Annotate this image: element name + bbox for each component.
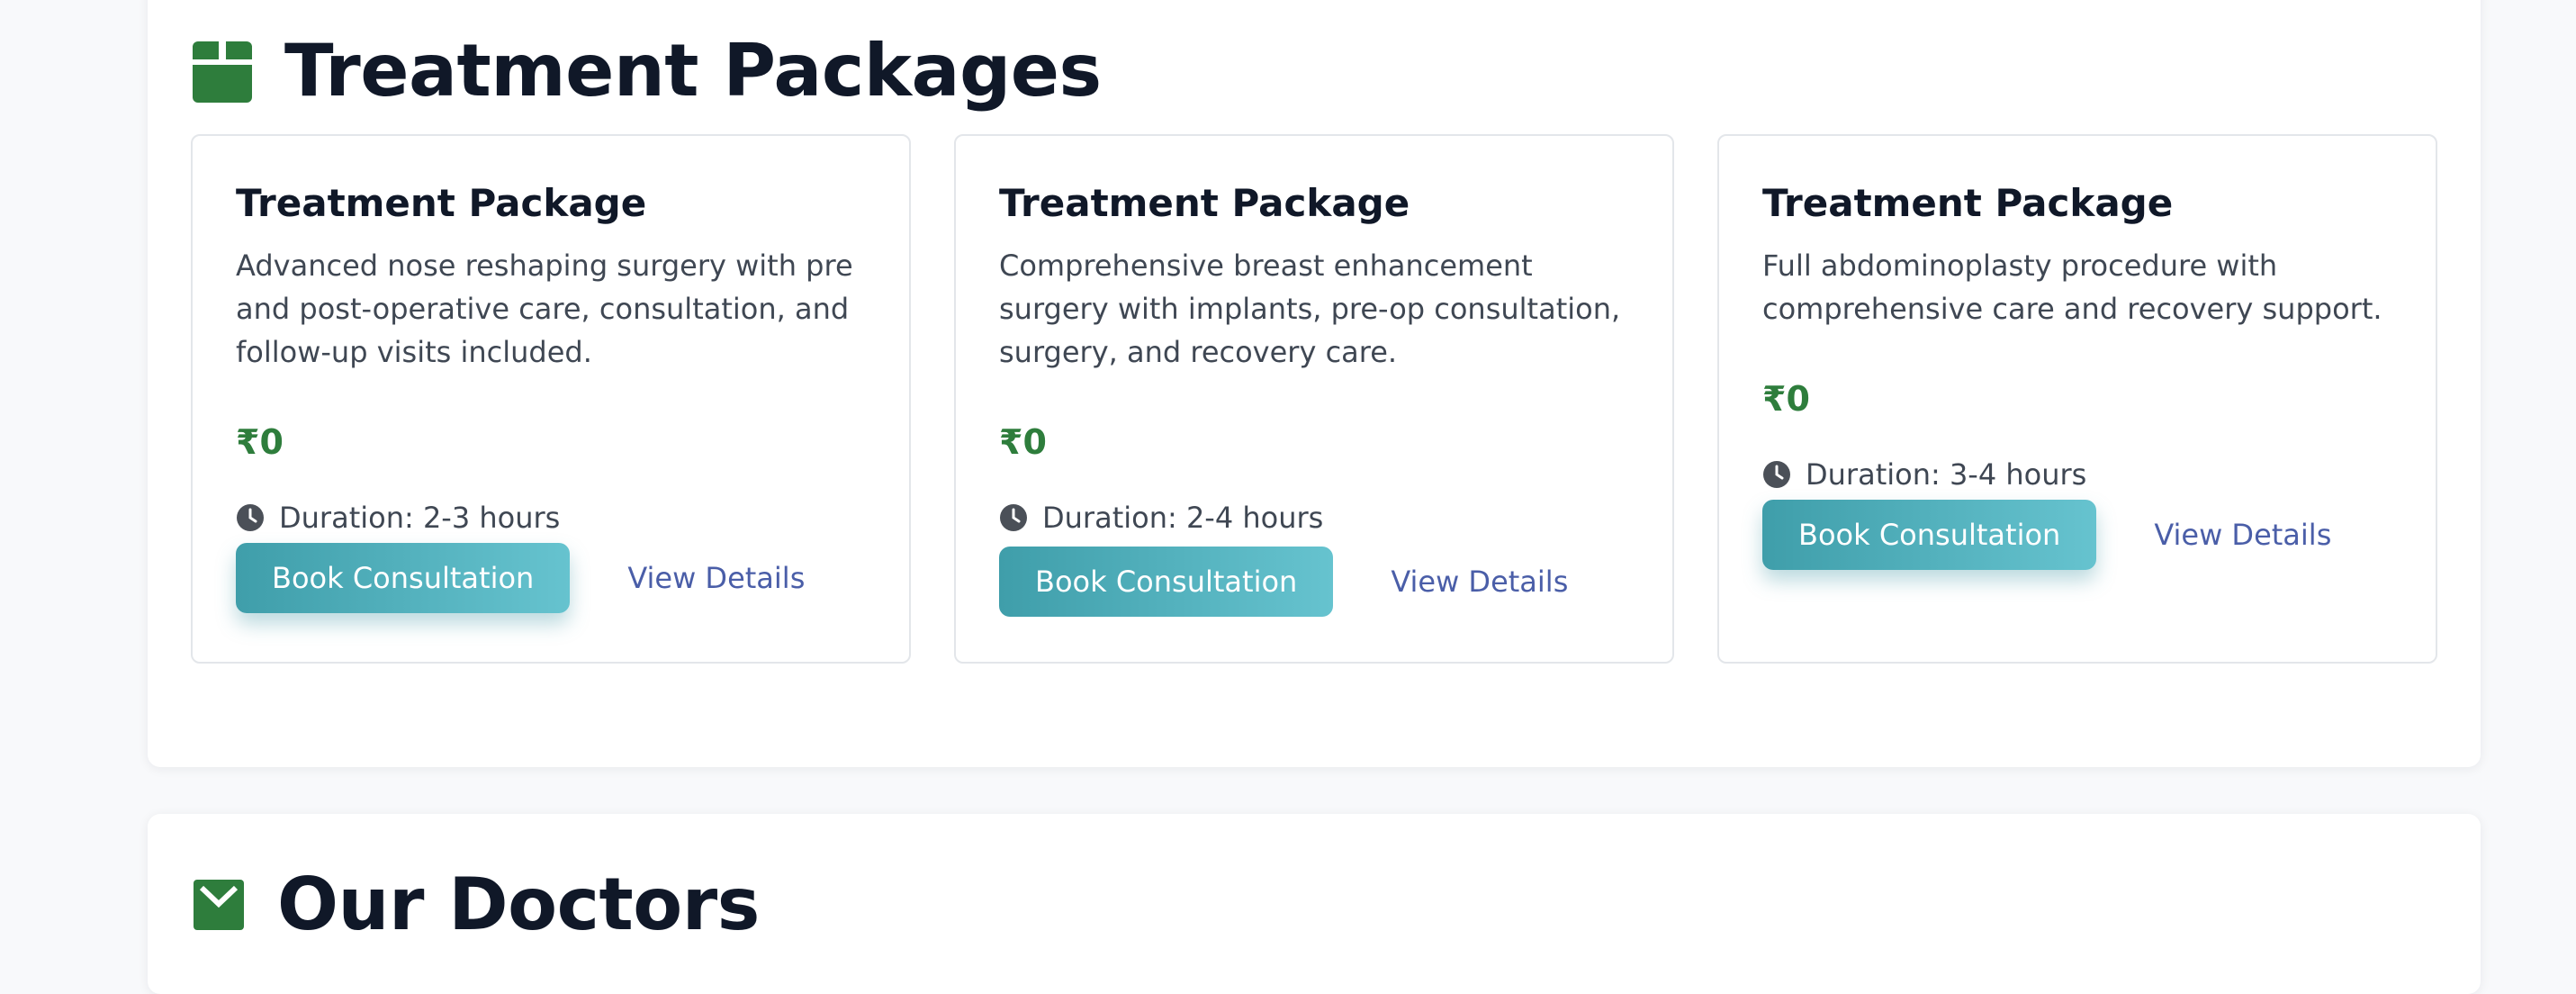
package-duration: Duration: 2-4 hours: [999, 500, 1636, 536]
package-price: ₹0: [236, 422, 284, 462]
clock-icon: [237, 504, 264, 531]
doctors-section: Our Doctors: [148, 814, 2481, 994]
package-description: Comprehensive breast enhancement surgery…: [999, 248, 1621, 369]
duration-label: Duration: 2-4 hours: [1042, 501, 1324, 535]
section-title: Our Doctors: [277, 863, 760, 946]
card-actions: Book Consultation View Details: [1762, 500, 2400, 570]
view-details-link[interactable]: View Details: [1391, 565, 1568, 599]
clock-icon: [1763, 461, 1790, 488]
box-icon: [193, 41, 252, 103]
view-details-link[interactable]: View Details: [2154, 518, 2331, 552]
package-card: Treatment Package Comprehensive breast e…: [954, 134, 1674, 664]
package-description: Advanced nose reshaping surgery with pre…: [236, 248, 853, 369]
book-consultation-button[interactable]: Book Consultation: [999, 547, 1334, 617]
section-header: Our Doctors: [191, 863, 760, 946]
card-actions: Book Consultation View Details: [999, 547, 1636, 617]
book-consultation-button[interactable]: Book Consultation: [1762, 500, 2097, 570]
package-title: Treatment Package: [999, 181, 1410, 225]
clock-icon: [1000, 504, 1027, 531]
package-card: Treatment Package Full abdominoplasty pr…: [1717, 134, 2437, 664]
view-details-link[interactable]: View Details: [627, 561, 805, 595]
book-consultation-button[interactable]: Book Consultation: [236, 543, 571, 613]
duration-label: Duration: 3-4 hours: [1806, 457, 2087, 492]
package-price: ₹0: [1762, 379, 1810, 419]
section-title: Treatment Packages: [284, 29, 1102, 113]
package-title: Treatment Package: [236, 181, 647, 225]
package-card: Treatment Package Advanced nose reshapin…: [191, 134, 911, 664]
package-description: Full abdominoplasty procedure with compr…: [1762, 248, 2382, 326]
package-title: Treatment Package: [1762, 181, 2174, 225]
package-duration: Duration: 2-3 hours: [236, 500, 873, 536]
card-actions: Book Consultation View Details: [236, 543, 873, 613]
package-duration: Duration: 3-4 hours: [1762, 456, 2400, 492]
package-price: ₹0: [999, 422, 1047, 462]
treatment-packages-section: Treatment Packages Treatment Package Adv…: [148, 0, 2481, 767]
section-header: Treatment Packages: [191, 29, 1102, 113]
doctor-icon: [194, 879, 244, 930]
duration-label: Duration: 2-3 hours: [279, 501, 561, 535]
